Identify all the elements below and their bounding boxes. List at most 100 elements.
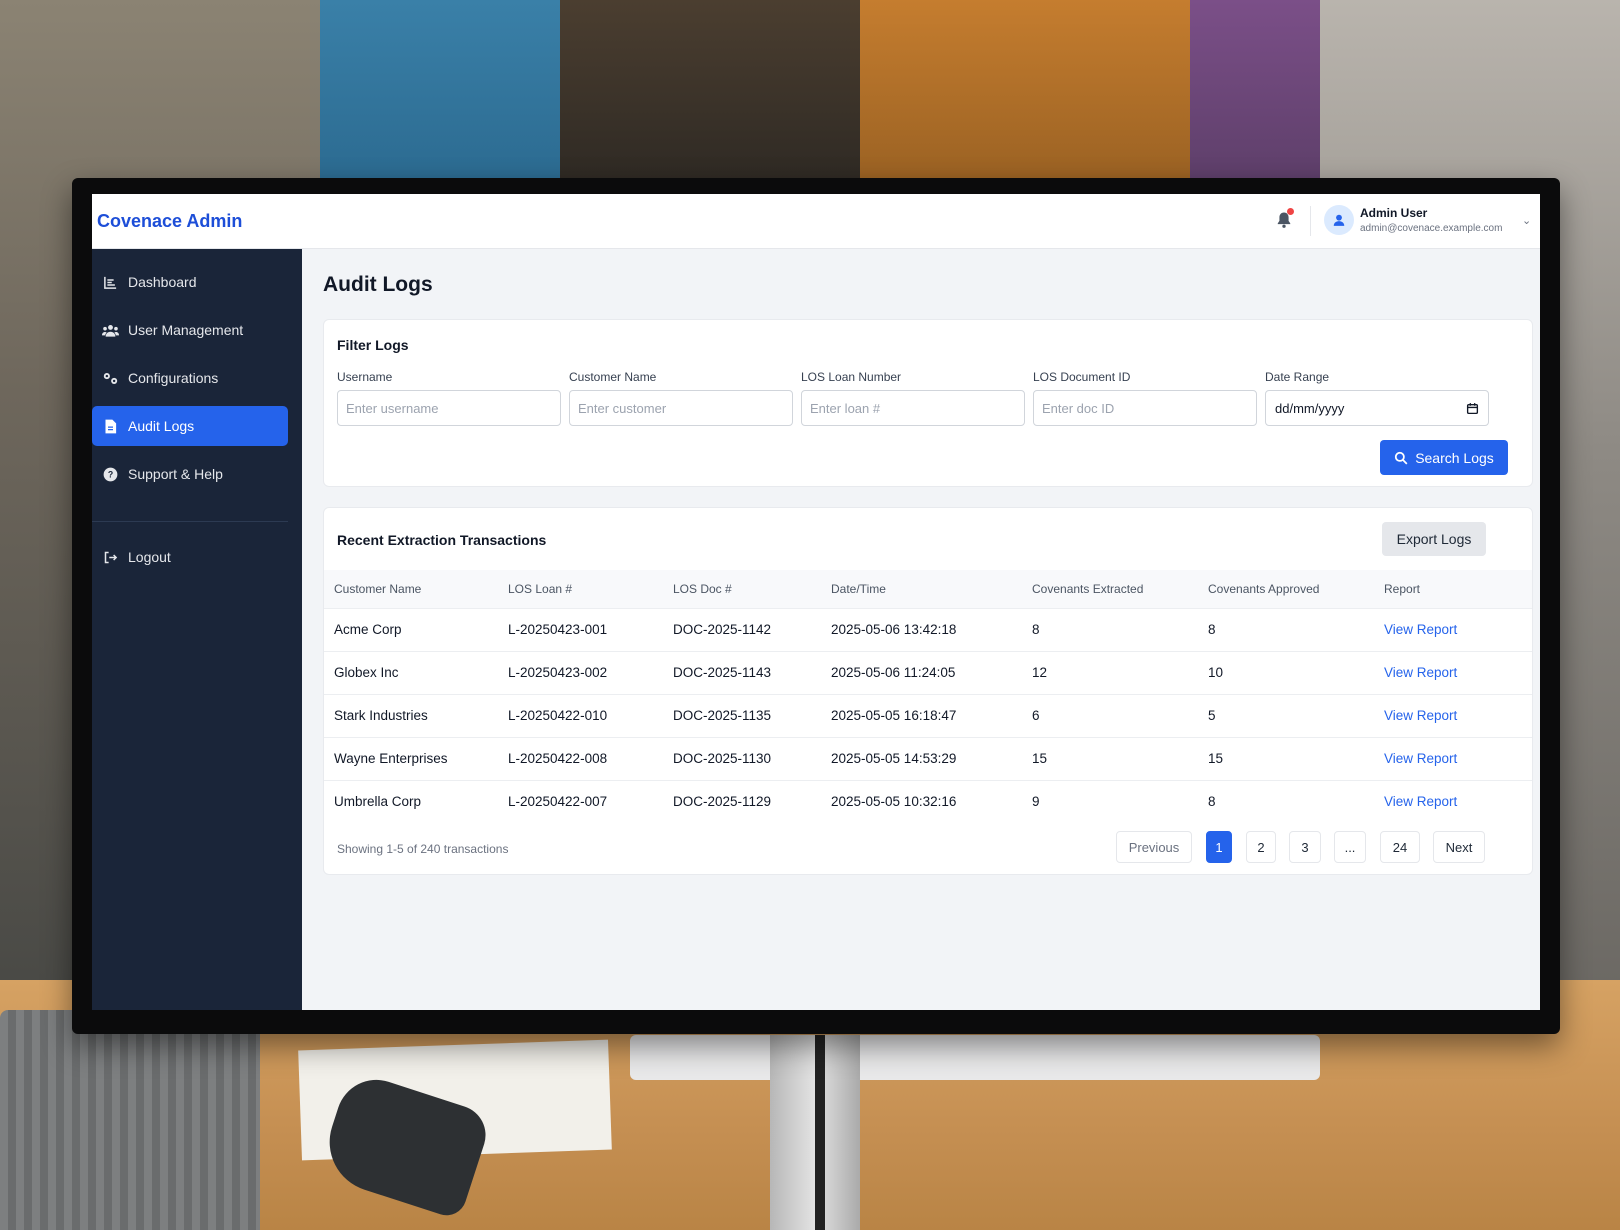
view-report-link[interactable]: View Report bbox=[1384, 622, 1457, 637]
notification-dot bbox=[1287, 208, 1294, 215]
sidebar-item-support[interactable]: ? Support & Help bbox=[92, 454, 288, 494]
date-value: dd/mm/yyyy bbox=[1275, 400, 1345, 416]
customer-cell: Globex Inc bbox=[324, 650, 498, 694]
view-report-link[interactable]: View Report bbox=[1384, 708, 1457, 723]
customer-label: Customer Name bbox=[569, 370, 657, 384]
user-email: admin@covenace.example.com bbox=[1360, 223, 1503, 234]
doc-cell: DOC-2025-1143 bbox=[663, 650, 821, 694]
sidebar-item-audit-logs[interactable]: Audit Logs bbox=[92, 406, 288, 446]
view-report-link[interactable]: View Report bbox=[1384, 794, 1457, 809]
extracted-cell: 9 bbox=[1022, 779, 1198, 823]
view-report-link[interactable]: View Report bbox=[1384, 751, 1457, 766]
loan-cell: L-20250422-008 bbox=[498, 736, 663, 780]
doc-cell: DOC-2025-1142 bbox=[663, 607, 821, 651]
logout-icon bbox=[104, 551, 117, 563]
loan-field-group: LOS Loan Number bbox=[801, 370, 1025, 426]
approved-cell: 8 bbox=[1198, 779, 1374, 823]
file-icon bbox=[105, 419, 116, 433]
blue-partition bbox=[320, 0, 560, 180]
calendar-icon[interactable] bbox=[1466, 402, 1479, 415]
filter-card: Filter Logs Username Customer Name LOS L… bbox=[323, 319, 1533, 487]
loan-cell: L-20250423-001 bbox=[498, 607, 663, 651]
approved-cell: 8 bbox=[1198, 607, 1374, 651]
user-name[interactable]: Admin User bbox=[1360, 206, 1427, 220]
customer-cell: Wayne Enterprises bbox=[324, 736, 498, 780]
date-field-group: Date Range dd/mm/yyyy bbox=[1265, 370, 1489, 426]
customer-input[interactable] bbox=[569, 390, 793, 426]
date-label: Date Range bbox=[1265, 370, 1330, 384]
chart-icon bbox=[103, 276, 116, 289]
column-header: Customer Name bbox=[324, 570, 498, 608]
office-interior bbox=[560, 0, 880, 180]
question-icon: ? bbox=[103, 467, 117, 481]
page-2-button[interactable]: 2 bbox=[1246, 831, 1276, 863]
page-1-button[interactable]: 1 bbox=[1206, 831, 1232, 863]
column-header: Covenants Extracted bbox=[1022, 570, 1198, 608]
date-range-input[interactable]: dd/mm/yyyy bbox=[1265, 390, 1489, 426]
view-report-link[interactable]: View Report bbox=[1384, 665, 1457, 680]
loan-input[interactable] bbox=[801, 390, 1025, 426]
gears-icon bbox=[103, 372, 117, 384]
sidebar: Dashboard User Management Configurations… bbox=[92, 249, 302, 1010]
transactions-table: Customer Name LOS Loan # LOS Doc # Date/… bbox=[324, 570, 1532, 823]
loan-cell: L-20250422-010 bbox=[498, 693, 663, 737]
column-header: Report bbox=[1374, 570, 1532, 608]
plant-pot bbox=[0, 1010, 260, 1230]
chevron-down-icon[interactable]: ⌄ bbox=[1522, 214, 1531, 227]
search-logs-label: Search Logs bbox=[1415, 449, 1494, 466]
doc-input[interactable] bbox=[1033, 390, 1257, 426]
page-24-button[interactable]: 24 bbox=[1380, 831, 1420, 863]
customer-field-group: Customer Name bbox=[569, 370, 793, 426]
transactions-card: Recent Extraction Transactions Export Lo… bbox=[323, 507, 1533, 875]
page-3-button[interactable]: 3 bbox=[1289, 831, 1321, 863]
customer-cell: Acme Corp bbox=[324, 607, 498, 651]
datetime-cell: 2025-05-06 11:24:05 bbox=[821, 650, 1022, 694]
sidebar-item-user-management[interactable]: User Management bbox=[92, 310, 288, 350]
table-row: Globex Inc L-20250423-002 DOC-2025-1143 … bbox=[324, 650, 1532, 694]
page-ellipsis: ... bbox=[1334, 831, 1366, 863]
column-header: Date/Time bbox=[821, 570, 1022, 608]
filter-title: Filter Logs bbox=[337, 337, 409, 353]
next-page-button[interactable]: Next bbox=[1433, 831, 1485, 863]
sidebar-item-dashboard[interactable]: Dashboard bbox=[92, 262, 288, 302]
column-header: LOS Loan # bbox=[498, 570, 663, 608]
doc-label: LOS Document ID bbox=[1033, 370, 1131, 384]
user-icon bbox=[1333, 214, 1345, 226]
loan-cell: L-20250423-002 bbox=[498, 650, 663, 694]
datetime-cell: 2025-05-05 16:18:47 bbox=[821, 693, 1022, 737]
main-content: Audit Logs Filter Logs Username Customer… bbox=[302, 249, 1540, 1010]
table-row: Umbrella Corp L-20250422-007 DOC-2025-11… bbox=[324, 779, 1532, 823]
previous-page-button[interactable]: Previous bbox=[1116, 831, 1192, 863]
logout-button[interactable]: Logout bbox=[92, 537, 288, 577]
search-logs-button[interactable]: Search Logs bbox=[1380, 440, 1508, 475]
table-row: Wayne Enterprises L-20250422-008 DOC-202… bbox=[324, 736, 1532, 780]
brand-title[interactable]: Covenace Admin bbox=[97, 211, 242, 232]
username-input[interactable] bbox=[337, 390, 561, 426]
sidebar-item-label: Configurations bbox=[128, 370, 219, 386]
sidebar-item-label: Support & Help bbox=[128, 466, 223, 482]
sidebar-item-label: Audit Logs bbox=[128, 418, 195, 434]
extracted-cell: 8 bbox=[1022, 607, 1198, 651]
keyboard bbox=[630, 1035, 1320, 1080]
avatar[interactable] bbox=[1324, 205, 1354, 235]
svg-text:?: ? bbox=[107, 469, 112, 479]
search-icon bbox=[1395, 451, 1408, 464]
table-row: Acme Corp L-20250423-001 DOC-2025-1142 2… bbox=[324, 607, 1532, 651]
loan-cell: L-20250422-007 bbox=[498, 779, 663, 823]
datetime-cell: 2025-05-05 10:32:16 bbox=[821, 779, 1022, 823]
sidebar-item-label: User Management bbox=[128, 322, 244, 338]
sidebar-item-configurations[interactable]: Configurations bbox=[92, 358, 288, 398]
username-field-group: Username bbox=[337, 370, 561, 426]
datetime-cell: 2025-05-05 14:53:29 bbox=[821, 736, 1022, 780]
table-header-row: Customer Name LOS Loan # LOS Doc # Date/… bbox=[324, 570, 1532, 608]
customer-cell: Umbrella Corp bbox=[324, 779, 498, 823]
extracted-cell: 15 bbox=[1022, 736, 1198, 780]
username-label: Username bbox=[337, 370, 393, 384]
column-header: Covenants Approved bbox=[1198, 570, 1374, 608]
export-logs-button[interactable]: Export Logs bbox=[1382, 522, 1486, 556]
approved-cell: 15 bbox=[1198, 736, 1374, 780]
doc-cell: DOC-2025-1130 bbox=[663, 736, 821, 780]
wood-wall bbox=[860, 0, 1190, 180]
approved-cell: 10 bbox=[1198, 650, 1374, 694]
approved-cell: 5 bbox=[1198, 693, 1374, 737]
